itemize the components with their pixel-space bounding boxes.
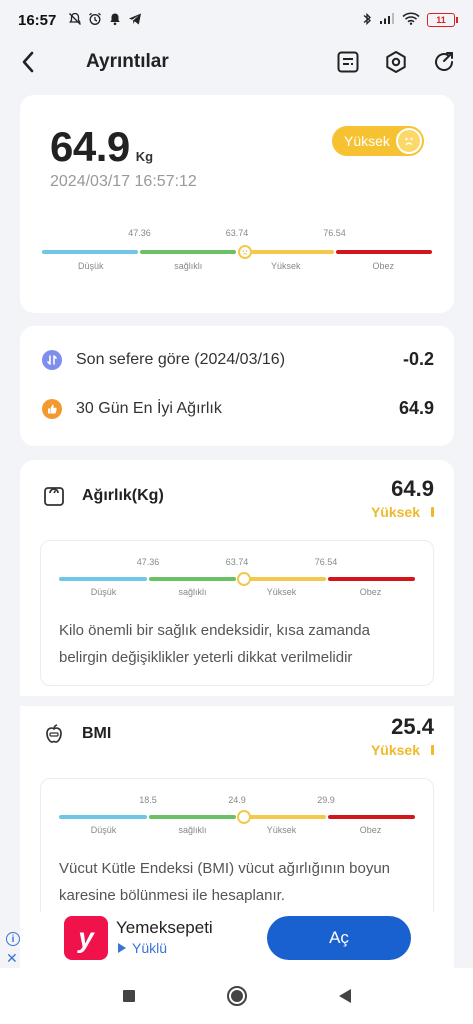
scale-tick: 24.9: [228, 795, 246, 805]
ad-installed-status: Yüklü: [116, 940, 167, 956]
status-bar: 16:57 11: [0, 0, 473, 40]
edit-note-button[interactable]: [335, 49, 361, 75]
compare-icon: [42, 349, 62, 370]
play-store-icon: [118, 943, 126, 953]
status-badge: Yüksek: [332, 126, 424, 156]
back-nav-button[interactable]: [333, 984, 357, 1008]
scale-label: sağlıklı: [178, 587, 207, 597]
share-button[interactable]: [431, 49, 457, 75]
scale-tick: 76.54: [323, 228, 346, 238]
scale-label: sağlıklı: [178, 825, 207, 835]
share-icon: [435, 52, 454, 71]
status-time: 16:57: [18, 11, 57, 29]
comparison-label: Son sefere göre (2024/03/16): [76, 350, 286, 368]
wifi-icon: [402, 12, 420, 28]
scale-marker: [237, 245, 252, 259]
app-logo: y: [64, 916, 108, 960]
bmi-metric-header[interactable]: BMI 25.4 Yüksek: [42, 714, 434, 766]
weight-unit: Kg: [135, 149, 154, 164]
scale-label: Obez: [372, 261, 395, 271]
metric-status: Yüksek: [370, 504, 420, 520]
comparison-card: Son sefere göre (2024/03/16) -0.2 30 Gün…: [20, 326, 454, 446]
back-button[interactable]: [16, 47, 40, 77]
scale-label: Obez: [359, 825, 382, 835]
best-weight-label: 30 Gün En İyi Ağırlık: [76, 399, 222, 417]
sad-face-icon: [396, 128, 422, 154]
scale-tick: 63.74: [225, 228, 249, 238]
list-item: Son sefere göre (2024/03/16) -0.2: [42, 349, 434, 370]
app-logo-letter: y: [78, 922, 94, 953]
scale-label: Düşük: [77, 261, 104, 271]
metric-name: Ağırlık(Kg): [82, 487, 164, 504]
metric-value: 64.9: [391, 476, 434, 501]
home-button[interactable]: [225, 984, 249, 1008]
bmi-range-scale: 18.5 24.9 29.9 Düşük sağlıklı Yüksek Obe…: [59, 795, 415, 841]
scale-label: sağlıklı: [174, 261, 203, 271]
scale-label: Yüksek: [266, 587, 297, 597]
scale-marker: [237, 810, 252, 824]
metric-name: BMI: [82, 725, 112, 742]
scale-tick: 29.9: [317, 795, 335, 805]
recents-button[interactable]: [117, 984, 141, 1008]
metric-description: Kilo önemli bir sağlık endeksidir, kısa …: [59, 622, 370, 666]
scale-label: Yüksek: [266, 825, 297, 835]
status-indicator: [431, 745, 434, 755]
triangle-back-icon: [338, 989, 351, 1003]
ad-installed-label: Yüklü: [132, 940, 168, 956]
hexagon-settings-icon: [386, 51, 406, 73]
thumbs-up-icon: [42, 398, 62, 419]
metric-value: 25.4: [391, 714, 434, 739]
scale-icon: [42, 484, 66, 508]
list-item: 30 Gün En İyi Ağırlık 64.9: [42, 398, 434, 419]
mute-notification-icon: [68, 12, 82, 29]
circle-icon: [226, 986, 247, 1006]
settings-button[interactable]: [383, 49, 409, 75]
scale-label: Obez: [359, 587, 382, 597]
bluetooth-icon: [362, 12, 372, 29]
page-title: Ayrıntılar: [86, 51, 169, 72]
metric-description: Vücut Kütle Endeksi (BMI) vücut ağırlığı…: [59, 860, 391, 904]
telegram-icon: [128, 12, 142, 29]
ad-banner[interactable]: i ✕ y Yemeksepeti Yüklü Aç: [6, 912, 434, 968]
square-icon: [122, 990, 135, 1002]
ad-info-icon[interactable]: i: [6, 932, 20, 946]
ad-app-name: Yemeksepeti: [116, 918, 213, 937]
alarm-icon: [88, 12, 102, 29]
best-weight-value: 64.9: [398, 398, 434, 418]
ad-open-button[interactable]: Aç: [267, 916, 411, 960]
battery-icon: 11: [427, 13, 458, 27]
scale-label: Düşük: [90, 825, 117, 835]
signal-icon: [379, 12, 395, 28]
scale-tick: 76.54: [314, 557, 338, 567]
edit-note-icon: [337, 51, 359, 73]
status-badge-label: Yüksek: [344, 133, 390, 149]
weight-summary-card: 64.9 Kg 2024/03/17 16:57:12 Yüksek 47.36…: [20, 95, 454, 313]
metrics-card: Ağırlık(Kg) 64.9 Yüksek 47.36 63.74 76.5…: [20, 460, 454, 980]
scale-marker: [237, 572, 252, 586]
measurement-datetime: 2024/03/17 16:57:12: [50, 173, 197, 190]
apple-icon: [42, 722, 66, 746]
scale-tick: 18.5: [139, 795, 157, 805]
scale-tick: 47.36: [136, 557, 160, 567]
weight-value: 64.9: [50, 123, 130, 170]
scale-label: Yüksek: [270, 261, 301, 271]
bell-icon: [108, 12, 122, 29]
scale-label: Düşük: [90, 587, 117, 597]
status-indicator: [431, 507, 434, 517]
weight-range-scale: 47.36 63.74 76.54 Düşük sağlıklı Yüksek …: [59, 557, 415, 603]
weight-metric-header[interactable]: Ağırlık(Kg) 64.9 Yüksek: [42, 476, 434, 528]
weight-detail-box: 47.36 63.74 76.54 Düşük sağlıklı Yüksek …: [40, 540, 434, 686]
section-divider: [20, 696, 454, 706]
ad-close-icon[interactable]: ✕: [6, 950, 18, 967]
system-nav-bar: [0, 968, 473, 1024]
app-header: Ayrıntılar: [0, 40, 473, 84]
metric-status: Yüksek: [370, 742, 420, 758]
weight-range-scale: 47.36 63.74 76.54 Düşük sağlıklı Yüksek …: [42, 228, 432, 278]
comparison-value: -0.2: [402, 349, 434, 369]
scale-tick: 47.36: [128, 228, 151, 238]
scale-tick: 63.74: [225, 557, 249, 567]
